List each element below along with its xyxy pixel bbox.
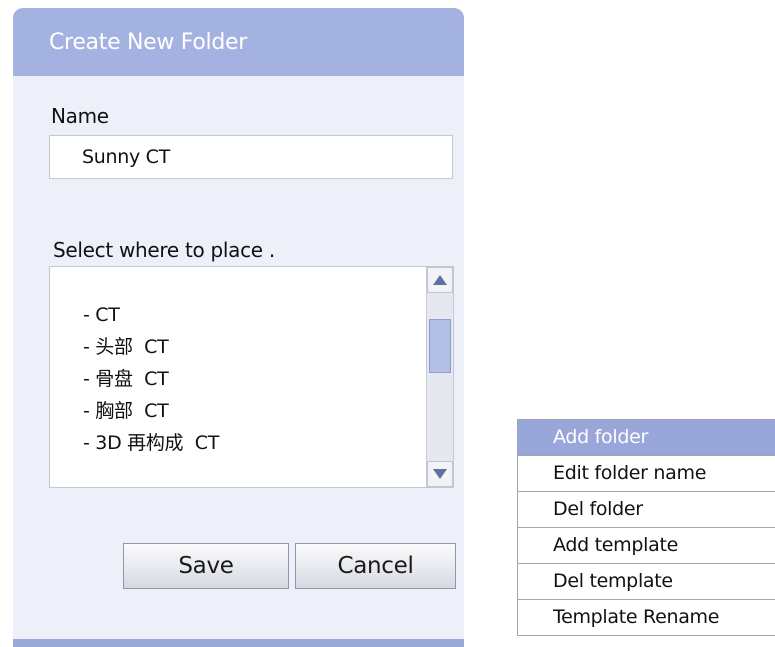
menu-item-edit-folder-name[interactable]: Edit folder name <box>518 456 775 492</box>
triangle-down-icon <box>433 469 447 479</box>
list-item[interactable]: - 3D 再构成 CT <box>83 427 219 459</box>
menu-item-del-folder[interactable]: Del folder <box>518 492 775 528</box>
list-item[interactable]: - 头部 CT <box>83 331 219 363</box>
folder-name-input[interactable] <box>49 135 453 179</box>
scroll-down-button[interactable] <box>427 461 453 487</box>
menu-item-add-template[interactable]: Add template <box>518 528 775 564</box>
vertical-scrollbar[interactable] <box>426 267 453 487</box>
scroll-up-button[interactable] <box>427 267 453 293</box>
place-label: Select where to place . <box>53 238 275 262</box>
cancel-button[interactable]: Cancel <box>295 543 456 589</box>
menu-item-add-folder[interactable]: Add folder <box>518 420 775 456</box>
triangle-up-icon <box>433 275 447 285</box>
dialog-title-bar: Create New Folder <box>13 8 464 76</box>
menu-item-del-template[interactable]: Del template <box>518 564 775 600</box>
name-label: Name <box>51 104 109 128</box>
menu-item-template-rename[interactable]: Template Rename <box>518 600 775 636</box>
save-button[interactable]: Save <box>123 543 289 589</box>
list-item[interactable]: - 胸部 CT <box>83 395 219 427</box>
folder-list-items: - CT - 头部 CT - 骨盘 CT - 胸部 CT - 3D 再构成 CT <box>83 299 219 459</box>
dialog-title: Create New Folder <box>49 30 247 55</box>
create-folder-dialog: Create New Folder Name Select where to p… <box>13 8 464 647</box>
list-item[interactable]: - 骨盘 CT <box>83 363 219 395</box>
list-item[interactable]: - CT <box>83 299 219 331</box>
dialog-bottom-border <box>13 639 464 647</box>
context-menu: Add folder Edit folder name Del folder A… <box>517 419 775 636</box>
folder-list[interactable]: - CT - 头部 CT - 骨盘 CT - 胸部 CT - 3D 再构成 CT <box>49 266 454 488</box>
scroll-thumb[interactable] <box>429 319 451 373</box>
